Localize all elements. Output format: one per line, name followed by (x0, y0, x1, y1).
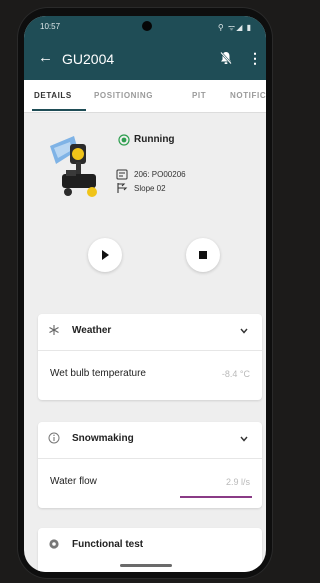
tab-pit[interactable]: PIT (192, 91, 206, 100)
tab-details[interactable]: DETAILS (34, 91, 72, 100)
status-bar: 10:57 ⚲ ᯤ◢ ▮ (24, 16, 266, 38)
status-time: 10:57 (40, 22, 61, 31)
chevron-down-icon[interactable] (240, 328, 248, 334)
play-icon (102, 250, 109, 260)
snow-gun-icon (50, 136, 97, 197)
camera-cutout (142, 21, 152, 31)
start-button[interactable] (88, 238, 122, 272)
running-status-icon (118, 134, 130, 146)
system-icons: ⚲ ᯤ◢ ▮ (217, 23, 252, 32)
info-icon (48, 432, 60, 444)
stop-button[interactable] (186, 238, 220, 272)
app-screen: 10:57 ⚲ ᯤ◢ ▮ ← GU2004 ⋮ DETAILS POSITION… (24, 16, 266, 572)
weather-card: Weather Wet bulb temperature -8.4 °C (38, 314, 262, 400)
water-flow-label: Water flow (50, 476, 97, 487)
tab-notifications[interactable]: NOTIFIC (230, 91, 266, 100)
more-options-icon[interactable]: ⋮ (248, 50, 262, 67)
wet-bulb-value: -8.4 °C (221, 369, 250, 379)
active-tab-indicator (32, 109, 86, 111)
tab-bar: DETAILS POSITIONING PIT NOTIFIC (24, 80, 266, 113)
pipe-label: 206: PO00206 (134, 170, 186, 179)
chevron-down-icon[interactable] (240, 436, 248, 442)
pipe-icon (116, 169, 128, 180)
weather-title: Weather (72, 325, 112, 336)
slope-label: Slope 02 (134, 184, 166, 193)
slope-icon (117, 183, 128, 193)
status-label: Running (134, 134, 175, 145)
divider (38, 458, 262, 459)
divider (38, 350, 262, 351)
tab-positioning[interactable]: POSITIONING (94, 91, 153, 100)
weather-icon (49, 325, 59, 335)
snowmaking-card: Snowmaking Water flow 2.9 l/s (38, 422, 262, 508)
functional-test-title: Functional test (72, 539, 144, 550)
arrow-left-icon[interactable]: ← (38, 49, 53, 66)
notifications-off-icon[interactable] (220, 51, 232, 65)
water-flow-value: 2.9 l/s (225, 477, 250, 487)
gear-icon (49, 539, 59, 549)
app-bar: ← GU2004 ⋮ (24, 38, 266, 80)
gesture-navigation-bar[interactable] (120, 564, 172, 567)
stop-icon (199, 251, 207, 259)
page-title: GU2004 (62, 51, 115, 67)
wet-bulb-label: Wet bulb temperature (50, 368, 146, 379)
water-flow-underline (180, 496, 252, 498)
snowmaking-title: Snowmaking (72, 433, 134, 444)
